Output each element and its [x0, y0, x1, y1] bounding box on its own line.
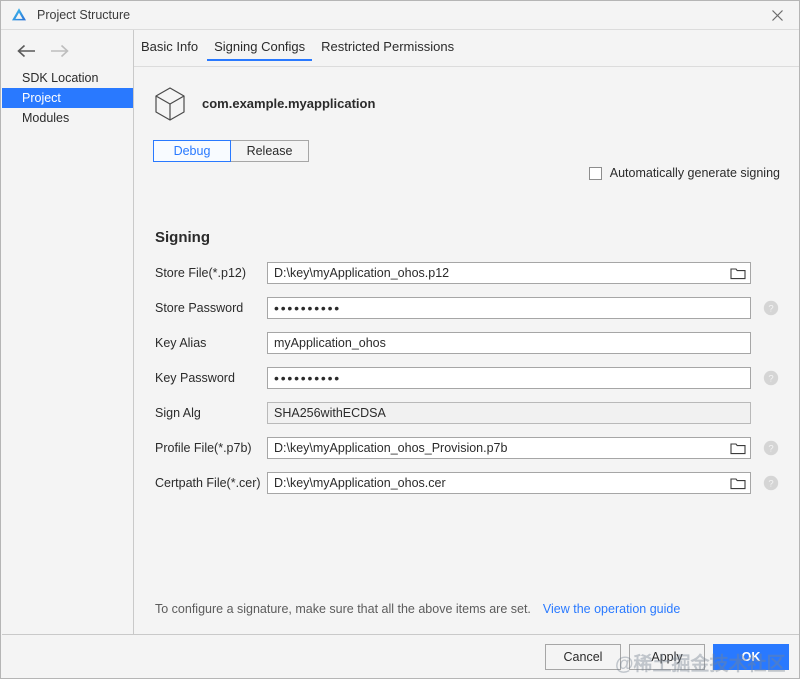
- tab-signing-configs[interactable]: Signing Configs: [207, 39, 313, 61]
- svg-text:?: ?: [768, 444, 773, 455]
- help-icon[interactable]: ?: [763, 370, 779, 386]
- apply-button[interactable]: Apply: [629, 644, 705, 670]
- package-name: com.example.myapplication: [202, 95, 376, 111]
- arrow-left-icon[interactable]: [16, 41, 38, 61]
- value-store-file: D:\key\myApplication_ohos.p12: [274, 266, 450, 280]
- input-key-alias[interactable]: myApplication_ohos: [267, 332, 751, 354]
- label-key-alias: Key Alias: [155, 336, 207, 350]
- help-icon[interactable]: ?: [763, 475, 779, 491]
- close-button[interactable]: [755, 1, 799, 29]
- svg-text:?: ?: [768, 479, 773, 490]
- hint-row: To configure a signature, make sure that…: [155, 602, 680, 616]
- package-cube-icon: [155, 87, 185, 121]
- folder-icon[interactable]: [730, 476, 746, 490]
- input-store-password[interactable]: ••••••••••: [267, 297, 751, 319]
- arrow-right-icon[interactable]: [48, 41, 70, 61]
- signing-form: Store File(*.p12) D:\key\myApplication_o…: [134, 262, 799, 507]
- build-variant-selector: Debug Release: [153, 140, 309, 162]
- field-row-key-alias: Key Alias myApplication_ohos: [134, 332, 799, 354]
- tab-bar: Basic Info Signing Configs Restricted Pe…: [134, 39, 799, 67]
- dialog-footer: Cancel Apply OK: [2, 635, 799, 678]
- main-panel: Basic Info Signing Configs Restricted Pe…: [134, 30, 799, 634]
- value-store-password: ••••••••••: [274, 302, 342, 314]
- ok-button[interactable]: OK: [713, 644, 789, 670]
- value-key-alias: myApplication_ohos: [274, 336, 386, 350]
- label-profile-file: Profile File(*.p7b): [155, 441, 252, 455]
- project-structure-dialog: Project Structure SDK Location Project M…: [0, 0, 800, 679]
- help-icon[interactable]: ?: [763, 300, 779, 316]
- field-row-store-password: Store Password •••••••••• ?: [134, 297, 799, 319]
- help-icon[interactable]: ?: [763, 440, 779, 456]
- hint-text: To configure a signature, make sure that…: [155, 602, 531, 616]
- label-key-password: Key Password: [155, 371, 235, 385]
- tab-restricted-permissions[interactable]: Restricted Permissions: [314, 39, 461, 61]
- svg-text:?: ?: [768, 304, 773, 315]
- section-title-signing: Signing: [155, 229, 210, 246]
- window-title: Project Structure: [37, 8, 131, 22]
- navigation-arrows: [16, 41, 70, 61]
- folder-icon[interactable]: [730, 441, 746, 455]
- cancel-button[interactable]: Cancel: [545, 644, 621, 670]
- folder-icon[interactable]: [730, 266, 746, 280]
- operation-guide-link[interactable]: View the operation guide: [543, 602, 680, 616]
- label-store-password: Store Password: [155, 301, 244, 315]
- close-icon: [771, 9, 783, 21]
- input-profile-file[interactable]: D:\key\myApplication_ohos_Provision.p7b: [267, 437, 751, 459]
- field-row-certpath-file: Certpath File(*.cer) D:\key\myApplicatio…: [134, 472, 799, 494]
- value-sign-alg: SHA256withECDSA: [274, 406, 386, 420]
- title-bar: Project Structure: [1, 1, 799, 29]
- label-certpath-file: Certpath File(*.cer): [155, 476, 261, 490]
- sidebar-list: SDK Location Project Modules: [2, 68, 133, 128]
- field-row-sign-alg: Sign Alg SHA256withECDSA: [134, 402, 799, 424]
- label-store-file: Store File(*.p12): [155, 266, 247, 280]
- field-row-key-password: Key Password •••••••••• ?: [134, 367, 799, 389]
- package-header: com.example.myapplication: [151, 83, 375, 123]
- tab-basic-info[interactable]: Basic Info: [134, 39, 205, 61]
- input-store-file[interactable]: D:\key\myApplication_ohos.p12: [267, 262, 751, 284]
- input-sign-alg: SHA256withECDSA: [267, 402, 751, 424]
- auto-generate-signing-label: Automatically generate signing: [609, 166, 780, 180]
- svg-text:?: ?: [768, 374, 773, 385]
- tab-bar-divider: [134, 66, 799, 67]
- input-key-password[interactable]: ••••••••••: [267, 367, 751, 389]
- sidebar: SDK Location Project Modules: [2, 30, 133, 634]
- value-profile-file: D:\key\myApplication_ohos_Provision.p7b: [274, 441, 508, 455]
- deveco-logo-icon: [12, 8, 26, 21]
- auto-generate-signing-row[interactable]: Automatically generate signing: [588, 166, 780, 180]
- label-sign-alg: Sign Alg: [155, 406, 201, 420]
- variant-release-button[interactable]: Release: [231, 140, 309, 162]
- field-row-profile-file: Profile File(*.p7b) D:\key\myApplication…: [134, 437, 799, 459]
- value-certpath-file: D:\key\myApplication_ohos.cer: [274, 476, 446, 490]
- sidebar-item-project[interactable]: Project: [2, 88, 133, 108]
- field-row-store-file: Store File(*.p12) D:\key\myApplication_o…: [134, 262, 799, 284]
- auto-generate-signing-checkbox[interactable]: [588, 166, 602, 180]
- value-key-password: ••••••••••: [274, 372, 342, 384]
- dialog-button-group: Cancel Apply OK: [545, 644, 789, 670]
- sidebar-item-modules[interactable]: Modules: [2, 108, 133, 128]
- input-certpath-file[interactable]: D:\key\myApplication_ohos.cer: [267, 472, 751, 494]
- variant-debug-button[interactable]: Debug: [153, 140, 231, 162]
- sidebar-item-sdk-location[interactable]: SDK Location: [2, 68, 133, 88]
